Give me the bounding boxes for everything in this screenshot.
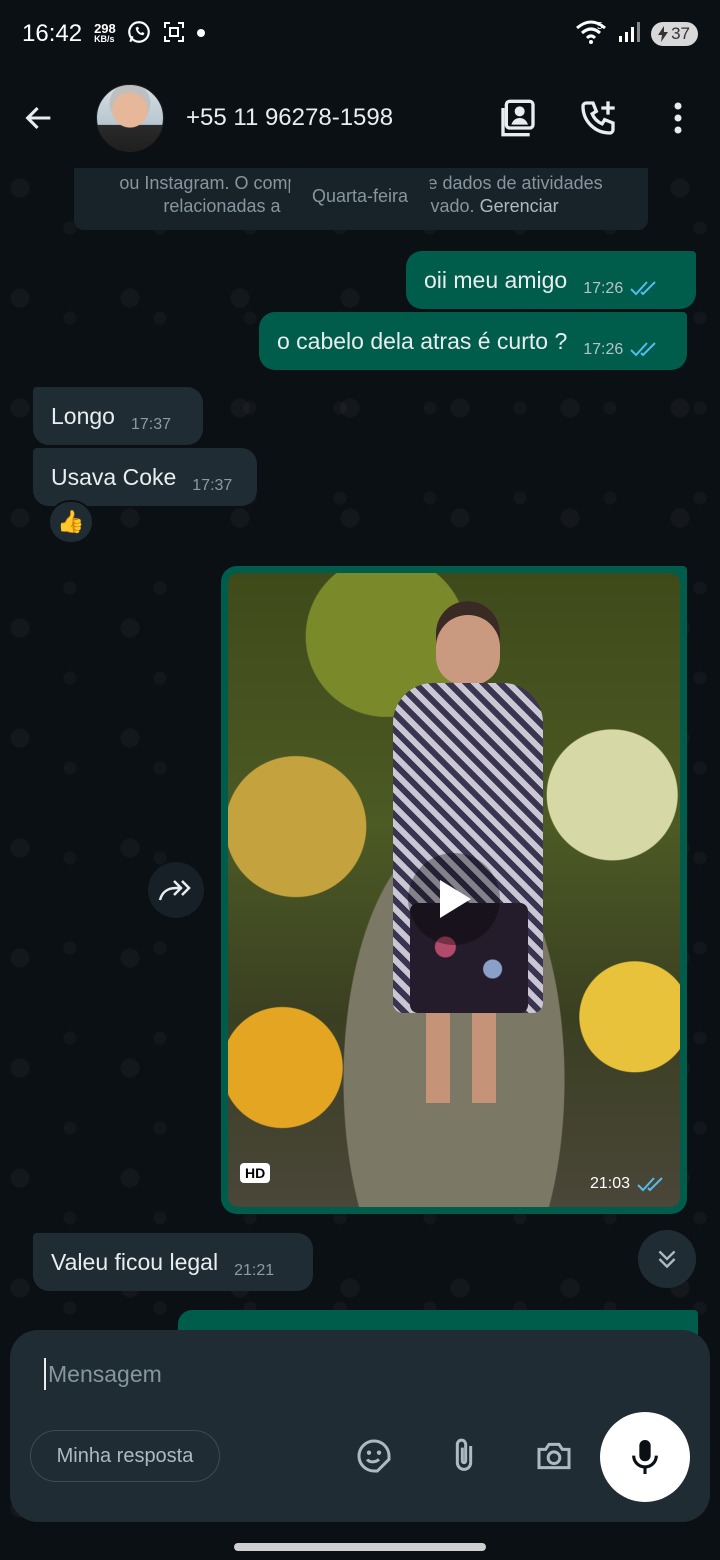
- thumbnail-person-legs: [426, 1013, 496, 1103]
- message-composer: Mensagem Minha resposta: [10, 1330, 710, 1522]
- sticker-icon: [357, 1439, 391, 1473]
- back-arrow-icon: [25, 106, 51, 130]
- video-meta: 21:03: [590, 1175, 666, 1193]
- read-ticks-icon: [630, 281, 656, 296]
- message-text: oii meu amigo: [424, 266, 568, 293]
- reaction-badge[interactable]: 👍: [48, 500, 94, 544]
- play-icon: [440, 880, 471, 918]
- manage-link[interactable]: Gerenciar: [480, 196, 559, 216]
- status-time: 16:42: [22, 20, 83, 47]
- contact-name[interactable]: +55 11 96278-1598: [186, 104, 490, 132]
- message-bubble-out[interactable]: o cabelo dela atras é curto ? 17:26: [259, 312, 687, 370]
- camera-icon: [537, 1442, 571, 1470]
- read-ticks-icon: [637, 1177, 663, 1192]
- message-bubble-in[interactable]: Valeu ficou legal 21:21: [33, 1233, 313, 1291]
- quick-reply-chip[interactable]: Minha resposta: [30, 1430, 220, 1482]
- status-bar: 16:42 298 KB/s 5 37: [0, 0, 720, 68]
- navigation-bar: [0, 1522, 720, 1560]
- message-time: 17:37: [130, 416, 172, 433]
- message-text: Longo: [51, 402, 115, 429]
- play-button[interactable]: [408, 853, 500, 945]
- add-call-button[interactable]: [570, 90, 626, 146]
- contact-card-icon: [501, 99, 535, 137]
- back-button[interactable]: [22, 88, 82, 148]
- forward-icon: [158, 880, 191, 901]
- message-text: o cabelo dela atras é curto ?: [277, 327, 568, 354]
- message-text: Valeu ficou legal: [51, 1248, 219, 1275]
- message-time: 21:03: [589, 1175, 630, 1192]
- screenshot-icon: [162, 20, 186, 49]
- notice-line1-end: e dados de atividades: [427, 173, 603, 193]
- date-divider: Quarta-feira: [290, 174, 430, 218]
- sticker-button[interactable]: [352, 1434, 396, 1478]
- mic-icon: [632, 1440, 658, 1474]
- message-time: 17:26: [583, 280, 624, 297]
- message-text: Usava Coke: [51, 463, 177, 490]
- forward-button[interactable]: [148, 862, 204, 918]
- network-speed: 298 KB/s: [94, 21, 116, 44]
- attach-button[interactable]: [442, 1434, 486, 1478]
- signal-icon: [617, 20, 641, 49]
- whatsapp-icon: [126, 19, 152, 50]
- notice-line2-end: vado.: [430, 196, 475, 216]
- chat-header: +55 11 96278-1598: [0, 68, 720, 168]
- notice-line1: ou Instagram. O comp: [119, 173, 298, 193]
- message-input[interactable]: Mensagem: [44, 1358, 604, 1390]
- scroll-to-bottom-button[interactable]: [638, 1230, 696, 1288]
- video-thumbnail[interactable]: HD 21:03: [228, 573, 680, 1207]
- hd-badge: HD: [240, 1163, 271, 1183]
- message-time: 21:21: [234, 1262, 275, 1279]
- camera-button[interactable]: [532, 1434, 576, 1478]
- dot-icon: [196, 25, 206, 43]
- double-chevron-down-icon: [658, 1250, 676, 1269]
- message-bubble-in[interactable]: Longo 17:37: [33, 387, 203, 445]
- thumbnail-person-head: [436, 601, 500, 685]
- message-bubble-out[interactable]: oii meu amigo 17:26: [406, 251, 696, 309]
- network-speed-unit: KB/s: [94, 34, 115, 44]
- wifi-icon: 5: [575, 19, 607, 50]
- message-time: 17:26: [583, 341, 624, 358]
- notice-line2: relacionadas a: [163, 196, 281, 216]
- contact-card-button[interactable]: [490, 90, 546, 146]
- network-speed-value: 298: [94, 21, 116, 36]
- video-message-bubble[interactable]: HD 21:03: [221, 566, 687, 1214]
- message-bubble-in[interactable]: Usava Coke 17:37: [33, 448, 257, 506]
- svg-text:5: 5: [597, 21, 603, 32]
- contact-avatar[interactable]: [96, 84, 164, 152]
- voice-message-button[interactable]: [600, 1412, 690, 1502]
- more-options-button[interactable]: [650, 90, 706, 146]
- message-time: 17:37: [192, 477, 233, 494]
- battery-icon: 37: [651, 22, 698, 46]
- read-ticks-icon: [630, 342, 657, 357]
- add-call-icon: [581, 101, 615, 135]
- attach-icon: [455, 1438, 473, 1471]
- home-indicator[interactable]: [234, 1543, 486, 1551]
- battery-level: 37: [671, 24, 690, 43]
- more-vert-icon: [674, 102, 682, 134]
